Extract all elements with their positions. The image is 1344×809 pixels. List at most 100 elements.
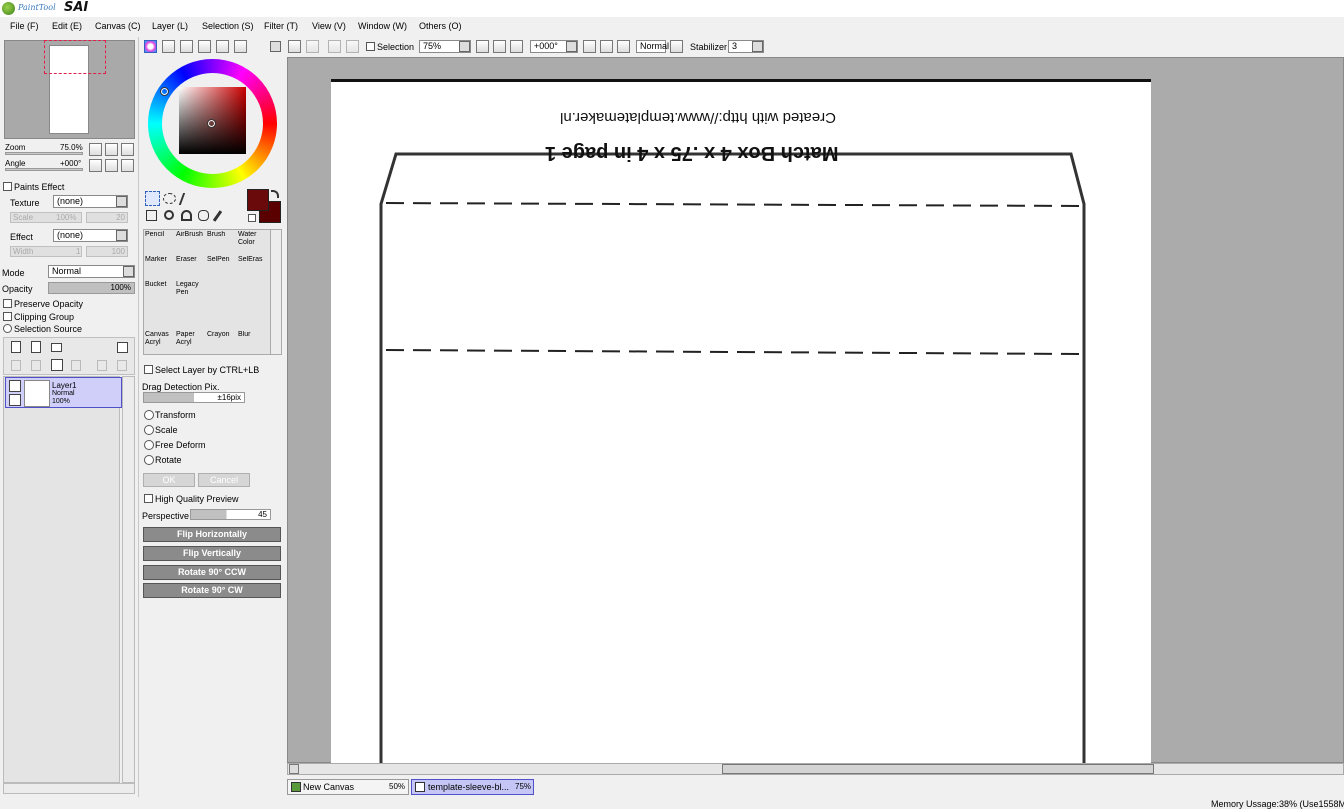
tool-paper-acryl[interactable]: Paper Acryl: [176, 331, 207, 356]
zoom-reset-button[interactable]: [121, 143, 134, 156]
clipping-group-checkbox[interactable]: [3, 312, 12, 321]
clear-layer-icon[interactable]: [97, 360, 107, 371]
menu-edit[interactable]: Edit (E): [52, 21, 82, 31]
layer-row[interactable]: Layer1 Normal 100%: [5, 377, 122, 408]
tool-legacy-pen[interactable]: Legacy Pen: [176, 281, 207, 306]
chevron-down-icon[interactable]: [752, 41, 763, 52]
rgb-slider-mode-icon[interactable]: [162, 40, 175, 53]
tool-bucket[interactable]: Bucket: [145, 281, 176, 306]
tool-grid-scrollbar[interactable]: [270, 229, 282, 355]
preserve-opacity-checkbox[interactable]: [3, 299, 12, 308]
rotate-reset-button[interactable]: [121, 159, 134, 172]
lasso-icon[interactable]: [163, 193, 176, 204]
redo-icon[interactable]: [306, 40, 319, 53]
scroll-left-icon[interactable]: [289, 764, 299, 774]
swatches-mode-icon[interactable]: [216, 40, 229, 53]
chevron-down-icon[interactable]: [566, 41, 577, 52]
canvas-hscroll-thumb[interactable]: [722, 764, 1154, 774]
layer-settings-icon[interactable]: [117, 360, 127, 371]
rotate-cw-button[interactable]: Rotate 90° CW: [143, 583, 281, 598]
chevron-down-icon[interactable]: [459, 41, 470, 52]
menu-window[interactable]: Window (W): [358, 21, 407, 31]
invert-selection-icon[interactable]: [346, 40, 359, 53]
layer-scrollbar[interactable]: [122, 376, 135, 783]
drag-detection-slider[interactable]: ±16pix: [143, 392, 245, 403]
selection-checkbox[interactable]: [366, 42, 375, 51]
radio-free-deform[interactable]: [144, 440, 154, 450]
radio-transform[interactable]: [144, 410, 154, 420]
selection-source-checkbox[interactable]: [3, 324, 12, 333]
merge-down-icon[interactable]: [51, 359, 63, 371]
menu-others[interactable]: Others (O): [419, 21, 462, 31]
tool-blur[interactable]: Blur: [238, 331, 269, 356]
toolbar-zoom-out-button[interactable]: [476, 40, 489, 53]
chevron-down-icon[interactable]: [116, 230, 127, 241]
tool-crayon[interactable]: Crayon: [207, 331, 238, 356]
tool-eraser[interactable]: Eraser: [176, 256, 207, 281]
scratchpad-mode-icon[interactable]: [234, 40, 247, 53]
flip-horizontally-button[interactable]: Flip Horizontally: [143, 527, 281, 542]
blend-mode-select[interactable]: Normal: [48, 265, 135, 278]
navigator-view-rect[interactable]: [44, 40, 106, 74]
collapse-icon[interactable]: [3, 182, 12, 191]
undo-icon[interactable]: [288, 40, 301, 53]
opacity-slider[interactable]: 100%: [48, 282, 135, 294]
tool-airbrush[interactable]: AirBrush: [176, 231, 207, 256]
chevron-down-icon[interactable]: [270, 41, 281, 52]
toolbar-zoom-in-button[interactable]: [493, 40, 506, 53]
zoom-slider[interactable]: [5, 152, 83, 155]
move-icon[interactable]: [146, 210, 157, 221]
tool-canvas-acryl[interactable]: Canvas Acryl: [145, 331, 176, 356]
menu-layer[interactable]: Layer (L): [152, 21, 188, 31]
tool-brush[interactable]: Brush: [207, 231, 238, 256]
tab-template-sleeve[interactable]: template-sleeve-bl... 75%: [411, 779, 534, 795]
sv-cursor[interactable]: [207, 119, 216, 128]
copy-layer-icon[interactable]: [11, 360, 21, 371]
tool-watercolor[interactable]: Water Color: [238, 231, 269, 256]
menu-file[interactable]: File (F): [10, 21, 39, 31]
tool-pencil[interactable]: Pencil: [145, 231, 176, 256]
hq-preview-checkbox[interactable]: [144, 494, 153, 503]
toolbar-zoom-reset-button[interactable]: [510, 40, 523, 53]
perspective-slider[interactable]: 45: [190, 509, 271, 520]
hsv-slider-mode-icon[interactable]: [180, 40, 193, 53]
hue-cursor[interactable]: [160, 87, 169, 96]
transparent-color-icon[interactable]: [248, 214, 256, 222]
radio-scale[interactable]: [144, 425, 154, 435]
toolbar-rotate-left-button[interactable]: [583, 40, 596, 53]
tool-marker[interactable]: Marker: [145, 256, 176, 281]
color-mixer-mode-icon[interactable]: [198, 40, 211, 53]
menu-filter[interactable]: Filter (T): [264, 21, 298, 31]
new-linework-layer-icon[interactable]: [31, 341, 41, 353]
cancel-button[interactable]: Cancel: [198, 473, 250, 487]
tool-selpen[interactable]: SelPen: [207, 256, 238, 281]
menu-view[interactable]: View (V): [312, 21, 346, 31]
width-num[interactable]: 100: [86, 246, 128, 257]
delete-layer-icon[interactable]: [71, 360, 81, 371]
view-mode-select[interactable]: Normal: [636, 40, 669, 53]
menu-selection[interactable]: Selection (S): [202, 21, 254, 31]
toolbar-rotate-reset-button[interactable]: [617, 40, 630, 53]
layer-mask-icon[interactable]: [117, 342, 128, 353]
transfer-down-icon[interactable]: [31, 360, 41, 371]
menu-canvas[interactable]: Canvas (C): [95, 21, 141, 31]
rotate-left-button[interactable]: [89, 159, 102, 172]
chevron-down-icon[interactable]: [116, 196, 127, 207]
tool-seleras[interactable]: SelEras: [238, 256, 269, 281]
chevron-down-icon[interactable]: [123, 266, 134, 277]
scale-num[interactable]: 20: [86, 212, 128, 223]
deselect-icon[interactable]: [328, 40, 341, 53]
flip-view-icon[interactable]: [670, 40, 683, 53]
rotate-icon[interactable]: [181, 210, 192, 221]
angle-slider[interactable]: [5, 168, 83, 171]
layer-hscrollbar[interactable]: [3, 783, 135, 794]
radio-rotate[interactable]: [144, 455, 154, 465]
rotate-ccw-button[interactable]: Rotate 90° CCW: [143, 565, 281, 580]
hand-icon[interactable]: [198, 210, 209, 221]
toolbar-rotate-right-button[interactable]: [600, 40, 613, 53]
select-layer-checkbox[interactable]: [144, 365, 153, 374]
color-wheel-mode-icon[interactable]: [144, 40, 157, 53]
width-slider[interactable]: Width: [10, 246, 82, 257]
rect-select-icon[interactable]: [145, 191, 160, 206]
rotate-right-button[interactable]: [105, 159, 118, 172]
